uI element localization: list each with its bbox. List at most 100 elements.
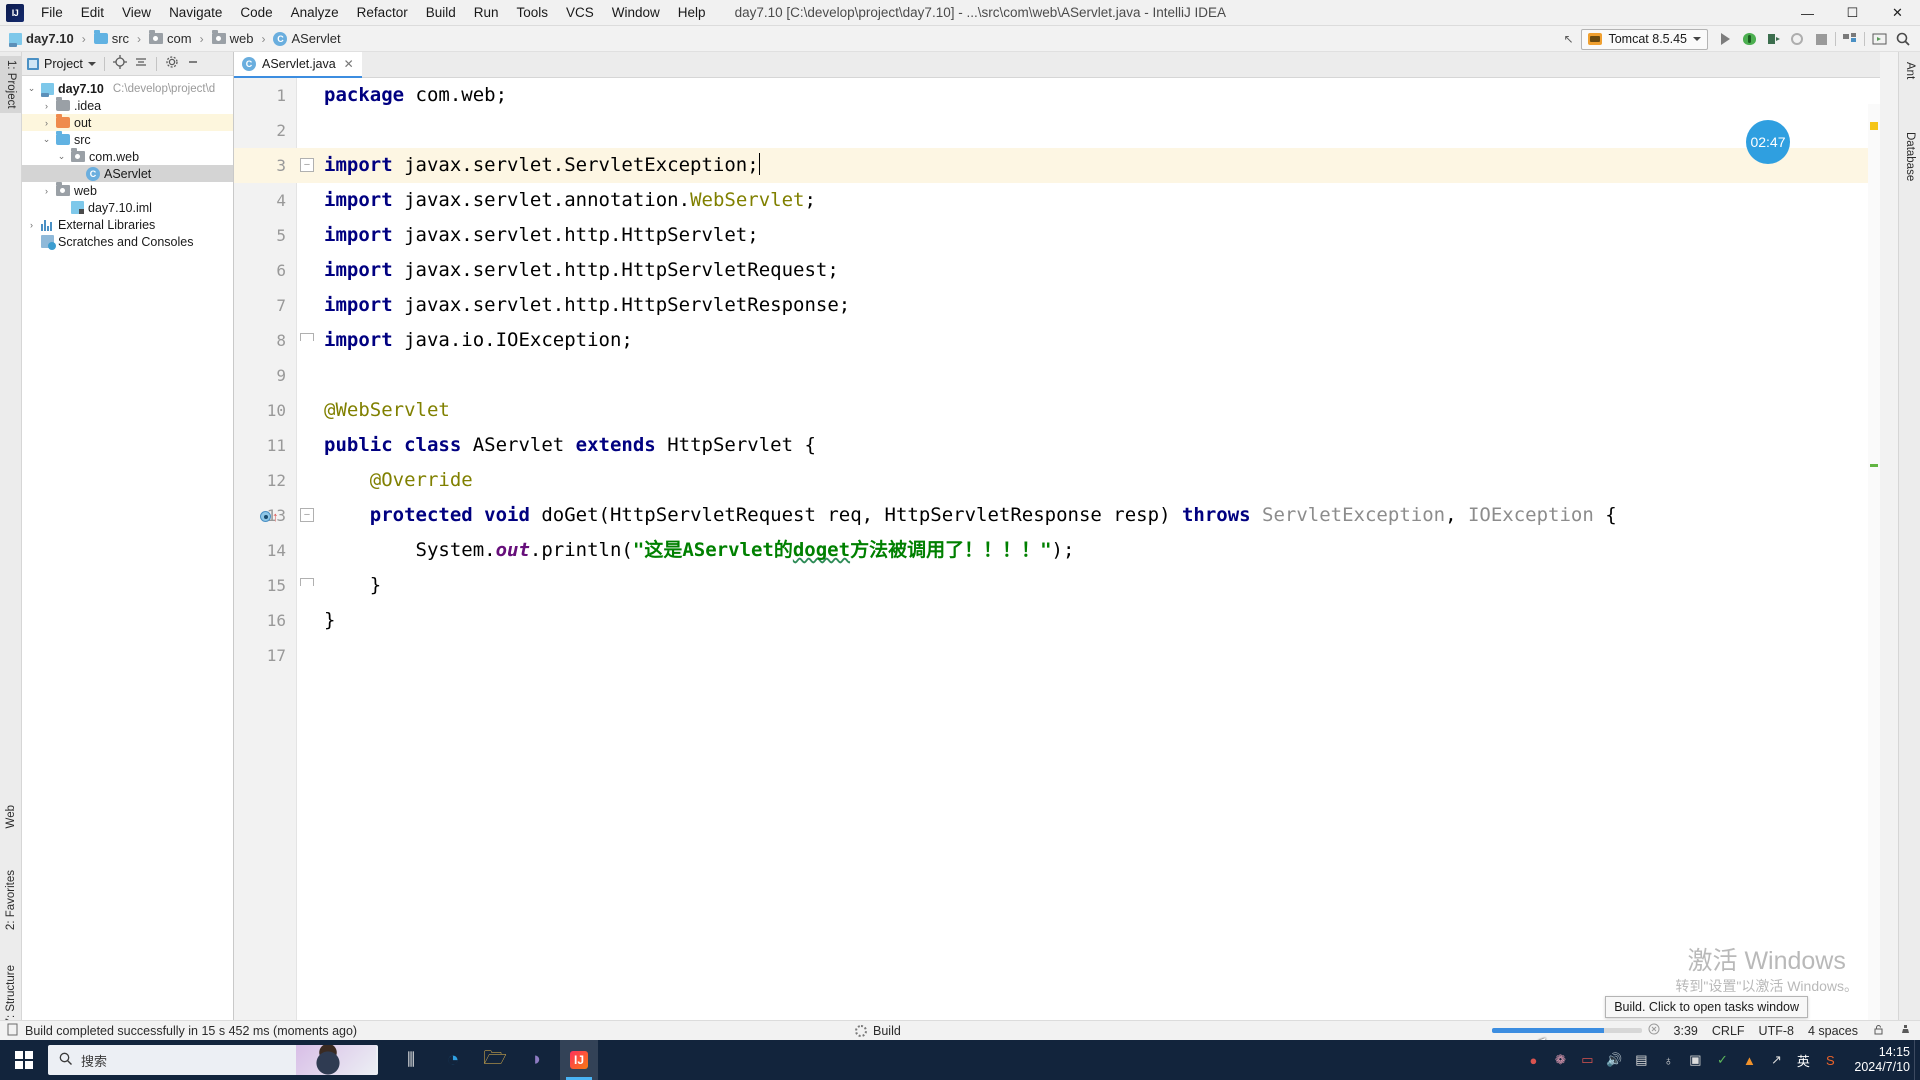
- sidebar-item-ant[interactable]: Ant: [1899, 58, 1920, 83]
- tree-item-day7-10[interactable]: ⌄ day7.10 C:\develop\project\d: [22, 80, 233, 97]
- breadcrumb-item-com[interactable]: com: [146, 30, 195, 47]
- run-timer-badge[interactable]: 02:47: [1746, 120, 1790, 164]
- build-status-group[interactable]: Build: [855, 1024, 901, 1038]
- sidebar-item-project[interactable]: 1: Project: [0, 56, 22, 113]
- project-panel-title-group[interactable]: Project: [27, 57, 96, 71]
- indent-setting[interactable]: 4 spaces: [1808, 1024, 1858, 1038]
- menu-item-view[interactable]: View: [113, 0, 160, 26]
- maximize-button[interactable]: ☐: [1830, 0, 1875, 26]
- sogou-input-icon[interactable]: S: [1821, 1051, 1839, 1069]
- run-button[interactable]: [1714, 28, 1736, 50]
- select-in-button[interactable]: [1868, 28, 1890, 50]
- antenna-icon[interactable]: ↗: [1767, 1051, 1785, 1069]
- editor-marker-bar[interactable]: [1868, 104, 1880, 1032]
- microsoft-edge-icon[interactable]: ◔: [434, 1040, 472, 1080]
- windows-start-icon[interactable]: [0, 1040, 48, 1080]
- cancel-icon[interactable]: [1648, 1023, 1660, 1038]
- intellij-idea-icon[interactable]: IJ: [560, 1040, 598, 1080]
- task-view-icon[interactable]: ⫼: [392, 1040, 430, 1080]
- code-line[interactable]: 5 import javax.servlet.http.HttpServlet;: [234, 218, 1880, 253]
- sidebar-item-structure[interactable]: 7: Structure: [0, 961, 22, 1028]
- code-line[interactable]: 1 package com.web;: [234, 78, 1880, 113]
- navicat-icon[interactable]: ◗: [518, 1040, 556, 1080]
- menu-item-run[interactable]: Run: [465, 0, 508, 26]
- code-line[interactable]: 11 public class AServlet extends HttpServ…: [234, 428, 1880, 463]
- wechat-icon[interactable]: ❁: [1551, 1051, 1569, 1069]
- tree-item-src[interactable]: ⌄ src: [22, 131, 233, 148]
- code-line[interactable]: 14 System.out.println("这是AServlet的doget方…: [234, 533, 1880, 568]
- back-arrow-icon[interactable]: ↖: [1557, 28, 1579, 50]
- firewall-icon[interactable]: ▲: [1740, 1051, 1758, 1069]
- chevron-right-icon[interactable]: ›: [41, 101, 52, 111]
- sidebar-item-favorites[interactable]: 2: Favorites: [0, 866, 22, 934]
- chevron-right-icon[interactable]: ›: [26, 220, 37, 230]
- stop-button[interactable]: [1810, 28, 1832, 50]
- menu-item-window[interactable]: Window: [603, 0, 669, 26]
- code-line[interactable]: 9: [234, 358, 1880, 393]
- sidebar-item-database[interactable]: Database: [1899, 128, 1920, 185]
- menu-item-tools[interactable]: Tools: [508, 0, 558, 26]
- encoding[interactable]: UTF-8: [1759, 1024, 1794, 1038]
- close-button[interactable]: ✕: [1875, 0, 1920, 26]
- chevron-down-icon[interactable]: ⌄: [56, 151, 67, 162]
- breadcrumb-item-aservlet[interactable]: C AServlet: [270, 30, 343, 47]
- menu-item-file[interactable]: File: [32, 0, 72, 26]
- show-desktop-button[interactable]: [1914, 1040, 1920, 1080]
- security-shield-icon[interactable]: ✓: [1713, 1051, 1731, 1069]
- caret-position[interactable]: 3:39: [1674, 1024, 1698, 1038]
- code-line[interactable]: 2: [234, 113, 1880, 148]
- fold-toggle-icon[interactable]: −: [300, 508, 314, 522]
- menu-item-navigate[interactable]: Navigate: [160, 0, 231, 26]
- code-line[interactable]: 6 import javax.servlet.http.HttpServletRe…: [234, 253, 1880, 288]
- chevron-down-icon[interactable]: ⌄: [41, 134, 52, 145]
- taskbar-clock[interactable]: 14:15 2024/7/10: [1854, 1045, 1910, 1075]
- sidebar-item-web[interactable]: Web: [0, 801, 22, 832]
- tree-item-aservlet[interactable]: C AServlet: [22, 165, 233, 182]
- code-line[interactable]: 16}: [234, 603, 1880, 638]
- taskbar-search-input[interactable]: 搜索: [48, 1045, 378, 1075]
- code-line[interactable]: 10 @WebServlet: [234, 393, 1880, 428]
- code-line[interactable]: 8 import java.io.IOException;: [234, 323, 1880, 358]
- tree-item-com-web[interactable]: ⌄ com.web: [22, 148, 233, 165]
- display-icon[interactable]: ▣: [1686, 1051, 1704, 1069]
- run-gutter-icon[interactable]: ↑: [260, 506, 286, 526]
- menu-item-help[interactable]: Help: [669, 0, 715, 26]
- project-structure-button[interactable]: [1839, 28, 1861, 50]
- tree-item-external-libraries[interactable]: › External Libraries: [22, 216, 233, 233]
- volume-icon[interactable]: 🔊: [1605, 1051, 1623, 1069]
- chevron-right-icon[interactable]: ›: [41, 186, 52, 196]
- debug-button[interactable]: [1738, 28, 1760, 50]
- breadcrumb-item-day7-10[interactable]: day7.10: [6, 30, 77, 47]
- menu-item-build[interactable]: Build: [417, 0, 465, 26]
- collapse-all-icon[interactable]: [134, 55, 148, 72]
- tree-item-out[interactable]: › out: [22, 114, 233, 131]
- menu-item-analyze[interactable]: Analyze: [282, 0, 348, 26]
- code-line[interactable]: 13 ↑ − protected void doGet(HttpServletReq…: [234, 498, 1880, 533]
- breadcrumb-item-web[interactable]: web: [209, 30, 257, 47]
- background-progress[interactable]: [1491, 1023, 1660, 1038]
- code-viewport[interactable]: 1 package com.web; 2 3− import javax.servlet…: [234, 78, 1880, 1032]
- chevron-down-icon[interactable]: ⌄: [26, 83, 37, 94]
- gear-icon[interactable]: [165, 55, 179, 72]
- menu-item-edit[interactable]: Edit: [72, 0, 113, 26]
- close-icon[interactable]: ✕: [344, 57, 354, 71]
- tree-item-web[interactable]: › web: [22, 182, 233, 199]
- profile-button[interactable]: [1786, 28, 1808, 50]
- hide-icon[interactable]: [186, 55, 200, 72]
- code-line[interactable]: 12 @Override: [234, 463, 1880, 498]
- code-line[interactable]: 15 }: [234, 568, 1880, 603]
- code-line[interactable]: 7 import javax.servlet.http.HttpServletRe…: [234, 288, 1880, 323]
- code-line[interactable]: 4 import javax.servlet.annotation.WebServ…: [234, 183, 1880, 218]
- breadcrumb-item-src[interactable]: src: [91, 30, 132, 47]
- microphone-icon[interactable]: ♁: [1659, 1051, 1677, 1069]
- fold-end-icon[interactable]: [300, 333, 314, 341]
- run-configuration-selector[interactable]: Tomcat 8.5.45: [1581, 28, 1708, 50]
- chevron-right-icon[interactable]: ›: [41, 118, 52, 128]
- tree-item--idea[interactable]: › .idea: [22, 97, 233, 114]
- file-explorer-icon[interactable]: 🗁: [476, 1040, 514, 1080]
- warning-marker[interactable]: [1870, 122, 1878, 130]
- menu-item-code[interactable]: Code: [231, 0, 281, 26]
- ime-language-icon[interactable]: 英: [1794, 1051, 1812, 1069]
- target-icon[interactable]: [112, 55, 127, 72]
- fold-toggle-icon[interactable]: −: [300, 158, 314, 172]
